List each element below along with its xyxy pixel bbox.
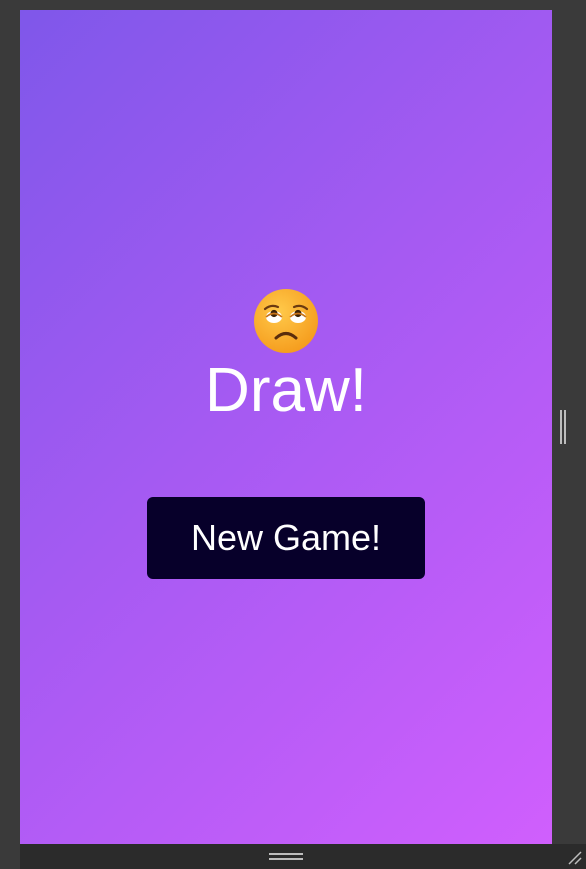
result-panel: Draw! xyxy=(20,288,552,424)
face-with-rolling-eyes-icon xyxy=(254,289,318,353)
game-viewport: Draw! New Game! xyxy=(20,10,552,844)
bottom-resize-bar xyxy=(20,844,586,869)
new-game-button[interactable]: New Game! xyxy=(147,497,425,579)
horizontal-resize-handle[interactable] xyxy=(269,853,303,860)
vertical-resize-handle[interactable] xyxy=(560,410,566,444)
game-result-text: Draw! xyxy=(205,356,367,425)
resize-corner-icon[interactable] xyxy=(566,849,582,865)
top-frame-strip xyxy=(0,0,586,10)
left-bottom-frame xyxy=(0,844,20,869)
device-frame: Draw! New Game! xyxy=(0,0,586,869)
right-resize-gutter xyxy=(552,10,586,844)
